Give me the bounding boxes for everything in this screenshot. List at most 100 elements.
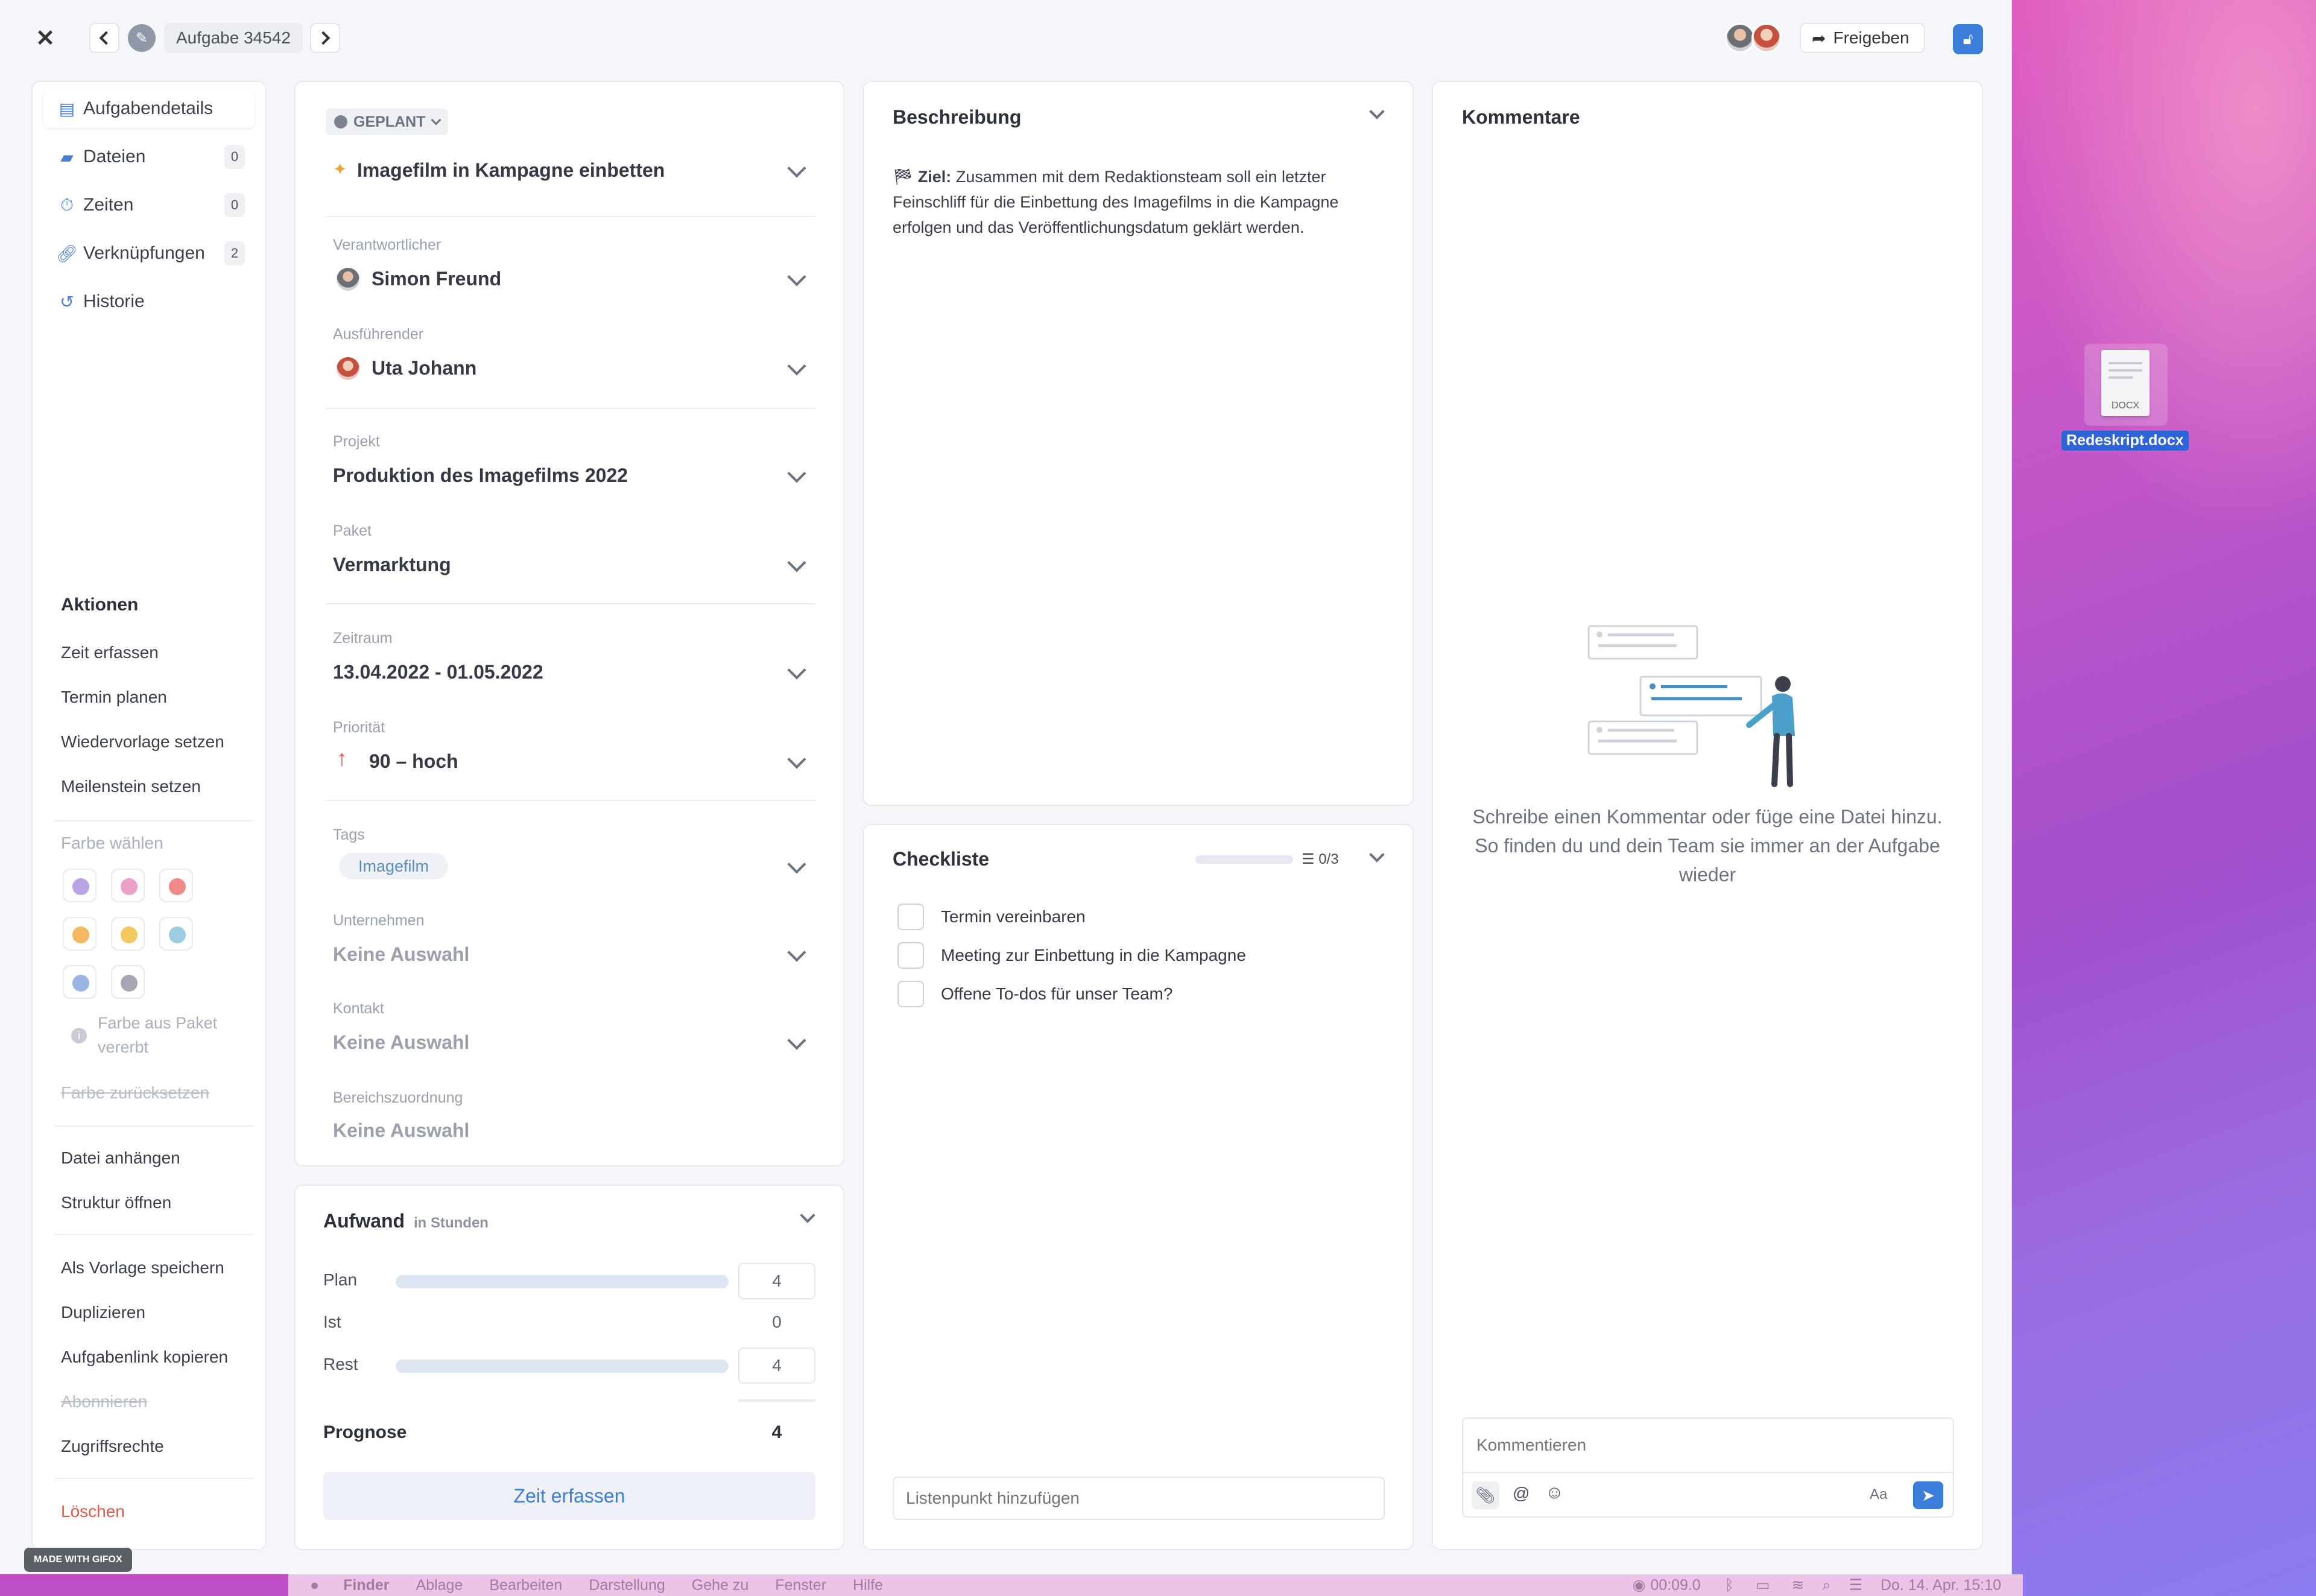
search-icon[interactable]: ⌕ <box>1822 1577 1830 1594</box>
task-title-chip: Aufgabe 34542 <box>164 23 303 53</box>
action-duplizieren[interactable]: Duplizieren <box>61 1303 145 1322</box>
lock-button[interactable]: 🔓︎ <box>1953 24 1983 54</box>
tag-chip[interactable]: Imagefilm <box>339 853 449 879</box>
chevron-down-icon <box>431 115 441 125</box>
divider <box>326 408 815 409</box>
log-time-button[interactable]: Zeit erfassen <box>323 1472 815 1520</box>
color-swatch[interactable] <box>111 965 145 999</box>
send-button[interactable]: ➤ <box>1913 1481 1943 1509</box>
desktop-background: DOCX Redeskript.docx <box>2012 0 2316 1596</box>
plan-input[interactable]: 4 <box>738 1263 815 1299</box>
forecast-value: 4 <box>771 1422 782 1442</box>
action-meilenstein[interactable]: Meilenstein setzen <box>61 777 201 796</box>
action-termin-planen[interactable]: Termin planen <box>61 688 167 707</box>
avatar[interactable] <box>1751 23 1782 53</box>
action-wiedervorlage[interactable]: Wiedervorlage setzen <box>61 732 224 752</box>
task-window: ✕ ✎ Aufgabe 34542 ➦ Freigeben 🔓︎ ▤ Aufga… <box>0 0 2012 1574</box>
company-label: Unternehmen <box>333 912 425 929</box>
period-value[interactable]: 13.04.2022 - 01.05.2022 <box>333 661 543 683</box>
prev-task-button[interactable] <box>89 23 119 53</box>
color-swatch[interactable] <box>63 869 96 902</box>
action-struktur-oeffnen[interactable]: Struktur öffnen <box>61 1193 171 1212</box>
checklist-checkbox[interactable] <box>897 942 924 969</box>
sidebar-item-verknuepfungen[interactable]: 🔗︎ Verknüpfungen 2 <box>43 234 255 273</box>
responsible-value[interactable]: Simon Freund <box>372 268 501 290</box>
contact-value[interactable]: Keine Auswahl <box>333 1031 469 1054</box>
color-swatch[interactable] <box>111 917 145 951</box>
bluetooth-icon[interactable]: ᛒ <box>1725 1577 1734 1594</box>
battery-icon[interactable]: ▭ <box>1756 1576 1770 1594</box>
sidebar-item-historie[interactable]: ↺ Historie <box>43 282 255 321</box>
sidebar-item-dateien[interactable]: ▰ Dateien 0 <box>43 138 255 176</box>
add-list-item-input[interactable] <box>893 1477 1385 1520</box>
desktop-file-label[interactable]: Redeskript.docx <box>2061 431 2189 451</box>
info-icon: i <box>71 1028 87 1043</box>
sidebar-item-aufgabendetails[interactable]: ▤ Aufgabendetails <box>43 89 255 128</box>
action-als-vorlage[interactable]: Als Vorlage speichern <box>61 1258 224 1278</box>
rest-input[interactable]: 4 <box>738 1347 815 1384</box>
next-task-button[interactable] <box>310 23 340 53</box>
avatar[interactable] <box>1725 23 1755 53</box>
checklist-progress <box>1195 855 1293 864</box>
color-swatch[interactable] <box>63 917 96 951</box>
color-swatch[interactable] <box>159 917 193 951</box>
checklist-count-text: 0/3 <box>1318 851 1339 867</box>
menu-finder[interactable]: Finder <box>343 1577 389 1594</box>
comment-input[interactable] <box>1463 1419 1953 1473</box>
menubar-clock: Do. 14. Apr. 15:10 <box>1880 1576 2001 1594</box>
sidebar-item-label: Verknüpfungen <box>83 243 205 263</box>
divider <box>326 603 815 604</box>
menu-bearbeiten[interactable]: Bearbeiten <box>489 1577 562 1594</box>
chevron-left-icon <box>99 31 113 45</box>
checklist-checkbox[interactable] <box>897 904 924 930</box>
history-icon: ↺ <box>60 292 74 311</box>
color-swatch[interactable] <box>111 869 145 902</box>
task-title[interactable]: Imagefilm in Kampagne einbetten <box>357 159 665 182</box>
delete-button[interactable]: Löschen <box>61 1502 125 1521</box>
close-button[interactable]: ✕ <box>29 23 62 53</box>
checklist-checkbox[interactable] <box>897 981 924 1007</box>
color-swatch[interactable] <box>63 965 96 999</box>
menu-hilfe[interactable]: Hilfe <box>853 1577 883 1594</box>
menu-ablage[interactable]: Ablage <box>416 1577 463 1594</box>
status-badge[interactable]: GEPLANT <box>326 109 449 135</box>
status-icon <box>334 115 347 128</box>
task-type-icon: ✦ <box>333 160 347 179</box>
share-icon: ➦ <box>1812 28 1826 48</box>
project-value[interactable]: Produktion des Imagefilms 2022 <box>333 464 628 487</box>
checklist-item[interactable]: Offene To-dos für unser Team? <box>941 984 1172 1004</box>
edit-icon[interactable]: ✎ <box>128 24 156 52</box>
divider <box>326 800 815 801</box>
link-icon: 🔗︎ <box>56 244 78 263</box>
color-title: Farbe wählen <box>61 834 163 852</box>
menu-fenster[interactable]: Fenster <box>775 1577 826 1594</box>
record-icon: ◉ <box>1632 1577 1646 1594</box>
checklist-item[interactable]: Meeting zur Einbettung in die Kampagne <box>941 946 1246 965</box>
attach-button[interactable]: 📎︎ <box>1472 1481 1499 1509</box>
sidebar-item-zeiten[interactable]: ⏱︎ Zeiten 0 <box>43 186 255 224</box>
menu-gehe-zu[interactable]: Gehe zu <box>692 1577 749 1594</box>
actual-label: Ist <box>323 1313 341 1331</box>
apple-icon[interactable]: ● <box>310 1577 319 1594</box>
executor-value[interactable]: Uta Johann <box>372 357 476 379</box>
company-value[interactable]: Keine Auswahl <box>333 943 469 966</box>
mention-icon[interactable]: @ <box>1513 1484 1530 1503</box>
share-button[interactable]: ➦ Freigeben <box>1800 23 1925 53</box>
rest-label: Rest <box>323 1355 358 1373</box>
action-zeit-erfassen[interactable]: Zeit erfassen <box>61 643 159 662</box>
format-button[interactable]: Aa <box>1870 1486 1887 1503</box>
control-center-icon[interactable]: ☰ <box>1849 1576 1862 1594</box>
priority-value[interactable]: 90 – hoch <box>369 750 458 773</box>
area-value[interactable]: Keine Auswahl <box>333 1119 469 1142</box>
emoji-icon[interactable]: ☺ <box>1545 1483 1564 1503</box>
action-link-kopieren[interactable]: Aufgabenlink kopieren <box>61 1347 228 1367</box>
checklist-item[interactable]: Termin vereinbaren <box>941 907 1086 926</box>
wifi-icon[interactable]: ≋ <box>1791 1576 1804 1594</box>
menu-darstellung[interactable]: Darstellung <box>589 1577 665 1594</box>
executor-label: Ausführender <box>333 326 424 343</box>
package-value[interactable]: Vermarktung <box>333 554 451 576</box>
action-datei-anhaengen[interactable]: Datei anhängen <box>61 1148 180 1168</box>
color-swatch[interactable] <box>159 869 193 902</box>
package-label: Paket <box>333 522 372 539</box>
action-zugriffsrechte[interactable]: Zugriffsrechte <box>61 1437 164 1456</box>
